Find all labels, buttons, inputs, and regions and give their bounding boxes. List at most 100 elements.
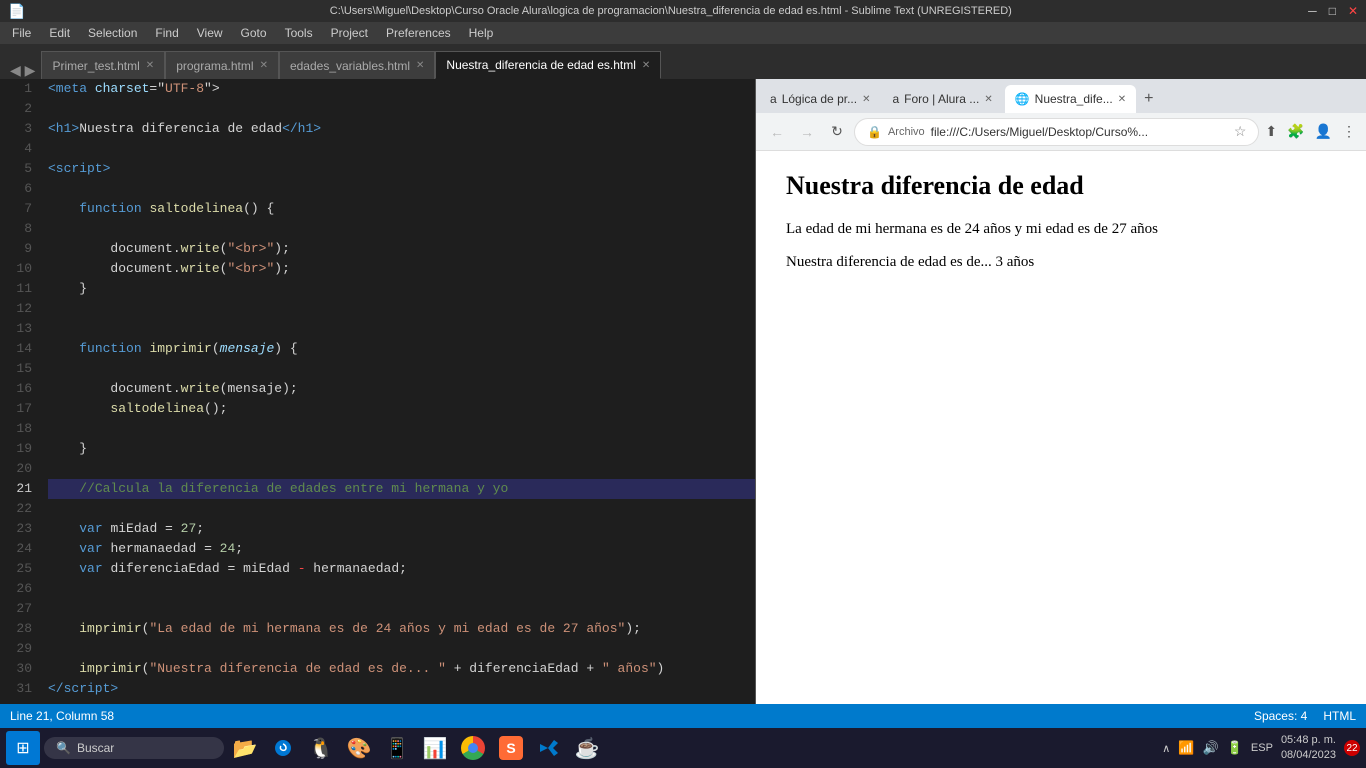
menu-help[interactable]: Help: [461, 24, 502, 42]
taskbar-app-java[interactable]: ☕: [570, 731, 604, 765]
taskbar-app-penguin[interactable]: 🐧: [304, 731, 338, 765]
status-bar-right: Spaces: 4 HTML: [1254, 709, 1356, 723]
archivo-label: Archivo: [888, 126, 925, 138]
code-line-30: imprimir("Nuestra diferencia de edad es …: [48, 659, 755, 679]
line-num-12: 12: [0, 299, 32, 319]
taskbar-clock[interactable]: 05:48 p. m. 08/04/2023: [1281, 733, 1336, 764]
line-num-8: 8: [0, 219, 32, 239]
spaces-indicator: Spaces: 4: [1254, 709, 1307, 723]
code-line-13: [48, 319, 755, 339]
menu-tools[interactable]: Tools: [277, 24, 321, 42]
tab-close-icon[interactable]: ✕: [146, 60, 154, 71]
code-line-17: saltodelinea();: [48, 399, 755, 419]
maximize-button[interactable]: □: [1329, 4, 1336, 18]
browser-tab-logica[interactable]: a Lógica de pr... ✕: [760, 85, 880, 113]
line-num-20: 20: [0, 459, 32, 479]
code-content[interactable]: <meta charset="UTF-8"> <h1>Nuestra difer…: [40, 79, 755, 704]
browser-tab-close-icon[interactable]: ✕: [1118, 94, 1126, 105]
lock-icon: 🔒: [867, 125, 882, 139]
line-num-3: 3: [0, 119, 32, 139]
close-button[interactable]: ✕: [1348, 4, 1358, 18]
menu-view[interactable]: View: [189, 24, 231, 42]
browser-tab-foro[interactable]: a Foro | Alura ... ✕: [882, 85, 1002, 113]
code-line-25: var diferenciaEdad = miEdad - hermanaeda…: [48, 559, 755, 579]
tab-label: Primer_test.html: [52, 59, 139, 73]
address-text: file:///C:/Users/Miguel/Desktop/Curso%..…: [931, 125, 1228, 139]
taskbar-app-sublime[interactable]: S: [494, 731, 528, 765]
code-line-6: [48, 179, 755, 199]
browser-tab-close-icon[interactable]: ✕: [984, 94, 992, 105]
line-num-13: 13: [0, 319, 32, 339]
code-line-7: function saltodelinea() {: [48, 199, 755, 219]
title-text: C:\Users\Miguel\Desktop\Curso Oracle Alu…: [33, 5, 1308, 17]
menu-dots-icon[interactable]: ⋮: [1340, 121, 1358, 142]
taskbar-app-explorer[interactable]: 📂: [228, 731, 262, 765]
start-button[interactable]: ⊞: [6, 731, 40, 765]
code-editor[interactable]: 1 2 3 4 5 6 7 8 9 10 11 12 13 14 15 16 1…: [0, 79, 755, 704]
browser-tab-nuestra[interactable]: 🌐 Nuestra_dife... ✕: [1005, 85, 1136, 113]
menu-selection[interactable]: Selection: [80, 24, 145, 42]
profile-icon[interactable]: 👤: [1313, 121, 1334, 142]
share-icon[interactable]: ⬆: [1263, 121, 1279, 142]
menu-find[interactable]: Find: [147, 24, 186, 42]
code-line-22: [48, 499, 755, 519]
browser-tab-favicon: a: [892, 92, 899, 106]
new-tab-button[interactable]: +: [1138, 85, 1159, 113]
code-line-24: var hermanaedad = 24;: [48, 539, 755, 559]
code-line-8: [48, 219, 755, 239]
line-num-22: 22: [0, 499, 32, 519]
tab-close-icon[interactable]: ✕: [416, 60, 424, 71]
tab-nuestra-diferencia[interactable]: Nuestra_diferencia de edad es.html ✕: [435, 51, 661, 79]
taskbar-app-office[interactable]: 📊: [418, 731, 452, 765]
forward-button[interactable]: →: [794, 119, 820, 145]
code-line-1: <meta charset="UTF-8">: [48, 79, 755, 99]
line-num-14: 14: [0, 339, 32, 359]
line-num-10: 10: [0, 259, 32, 279]
search-label: Buscar: [77, 741, 114, 755]
browser-extra-icons: ⬆ 🧩 👤 ⋮: [1263, 121, 1358, 142]
taskbar-app-paint[interactable]: 🎨: [342, 731, 376, 765]
code-line-20: [48, 459, 755, 479]
status-bar: Line 21, Column 58 Spaces: 4 HTML: [0, 704, 1366, 728]
minimize-button[interactable]: ─: [1308, 4, 1317, 18]
taskbar-search[interactable]: 🔍 Buscar: [44, 737, 224, 759]
taskbar-time-text: 05:48 p. m.: [1281, 733, 1336, 748]
line-num-26: 26: [0, 579, 32, 599]
tab-programa[interactable]: programa.html ✕: [165, 51, 279, 79]
code-line-3: <h1>Nuestra diferencia de edad</h1>: [48, 119, 755, 139]
refresh-button[interactable]: ↻: [824, 119, 850, 145]
editor-tab-bar: ◀ ▶ Primer_test.html ✕ programa.html ✕ e…: [0, 44, 1366, 79]
extensions-icon[interactable]: 🧩: [1285, 121, 1306, 142]
address-bar[interactable]: 🔒 Archivo file:///C:/Users/Miguel/Deskto…: [854, 118, 1259, 146]
line-num-7: 7: [0, 199, 32, 219]
menu-edit[interactable]: Edit: [41, 24, 78, 42]
browser-navigation: ← → ↻ 🔒 Archivo file:///C:/Users/Miguel/…: [756, 113, 1366, 151]
taskbar-app-chrome[interactable]: [456, 731, 490, 765]
code-line-14: function imprimir(mensaje) {: [48, 339, 755, 359]
bookmark-icon[interactable]: ☆: [1234, 123, 1247, 140]
code-line-2: [48, 99, 755, 119]
line-num-15: 15: [0, 359, 32, 379]
browser-tab-close-icon[interactable]: ✕: [862, 94, 870, 105]
taskbar-app-phone[interactable]: 📱: [380, 731, 414, 765]
menu-file[interactable]: File: [4, 24, 39, 42]
taskbar-app-vscode[interactable]: [532, 731, 566, 765]
line-numbers: 1 2 3 4 5 6 7 8 9 10 11 12 13 14 15 16 1…: [0, 79, 40, 704]
tab-nav-arrows[interactable]: ◀ ▶: [4, 62, 41, 79]
code-line-4: [48, 139, 755, 159]
tab-close-icon[interactable]: ✕: [642, 60, 650, 71]
tab-primer-test[interactable]: Primer_test.html ✕: [41, 51, 165, 79]
tab-edades[interactable]: edades_variables.html ✕: [279, 51, 435, 79]
code-line-9: document.write("<br>");: [48, 239, 755, 259]
tab-close-icon[interactable]: ✕: [260, 60, 268, 71]
line-num-30: 30: [0, 659, 32, 679]
taskbar-app-edge[interactable]: [266, 731, 300, 765]
menu-goto[interactable]: Goto: [233, 24, 275, 42]
taskbar-notification-icon[interactable]: 22: [1344, 740, 1360, 756]
menu-project[interactable]: Project: [323, 24, 376, 42]
menu-preferences[interactable]: Preferences: [378, 24, 459, 42]
browser-tab-label: Foro | Alura ...: [904, 92, 979, 106]
cursor-position: Line 21, Column 58: [10, 709, 114, 723]
back-button[interactable]: ←: [764, 119, 790, 145]
taskbar-up-icon[interactable]: ∧: [1162, 742, 1170, 755]
